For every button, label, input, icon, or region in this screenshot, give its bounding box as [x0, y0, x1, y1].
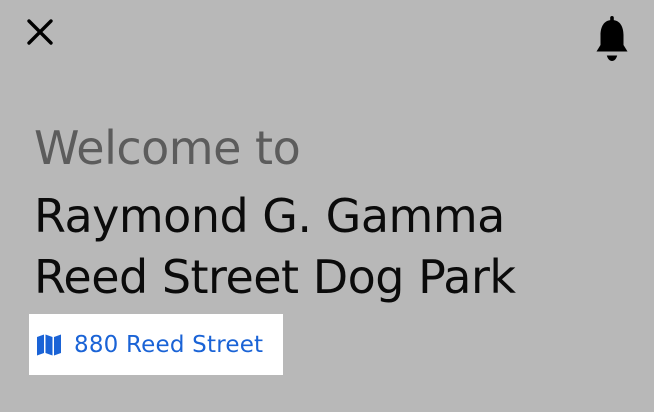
- park-name-title: Raymond G. Gamma Reed Street Dog Park: [34, 186, 634, 308]
- welcome-text: Welcome to: [34, 121, 301, 175]
- address-link[interactable]: 880 Reed Street: [29, 314, 283, 375]
- park-name-line-2: Reed Street Dog Park: [34, 250, 516, 304]
- close-icon: [25, 17, 55, 52]
- close-button[interactable]: [22, 16, 58, 52]
- notification-button[interactable]: [592, 14, 632, 66]
- address-text: 880 Reed Street: [74, 331, 264, 358]
- map-icon: [36, 334, 62, 356]
- bell-icon: [594, 14, 630, 69]
- park-name-line-1: Raymond G. Gamma: [34, 189, 505, 243]
